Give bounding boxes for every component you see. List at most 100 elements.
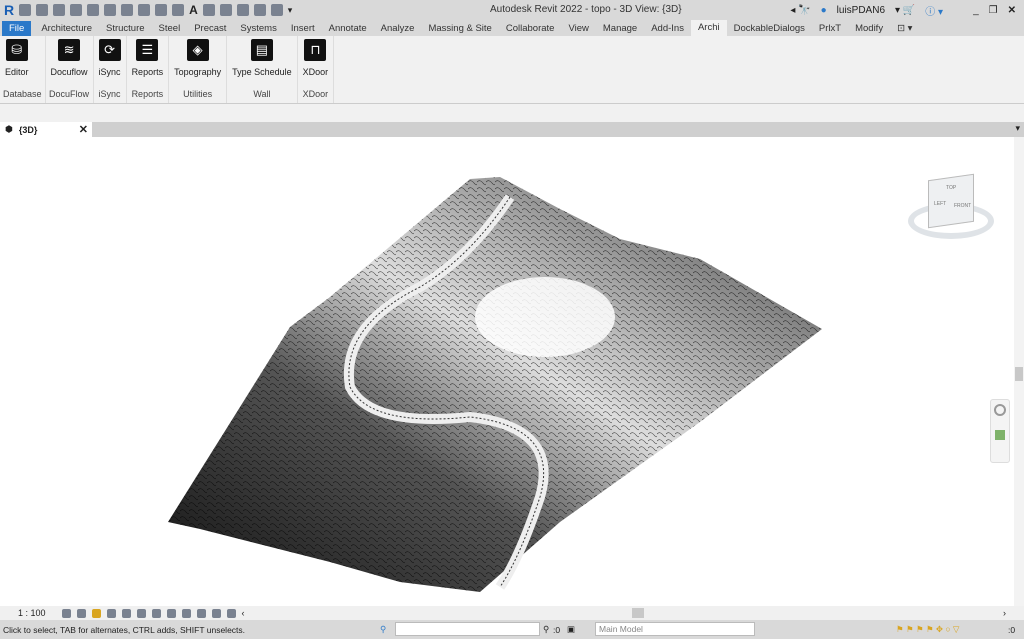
crop-view-icon[interactable]: [136, 608, 146, 618]
view-tab-3d[interactable]: ⬢ {3D} ✕: [0, 122, 92, 137]
scroll-right-icon[interactable]: ›: [1003, 608, 1006, 618]
waves-icon: ≋: [58, 39, 81, 61]
close-button[interactable]: ✕: [1008, 5, 1016, 16]
ribbon: ⛁ Editor Database ≋ Docuflow DocuFlow ⟳ iSync iS…: [0, 36, 1024, 104]
type-schedule-button[interactable]: ▤ Type Schedule: [230, 36, 294, 84]
workset-select[interactable]: [395, 622, 540, 636]
status-message: Click to select, TAB for alternates, CTR…: [3, 624, 246, 635]
scroll-left-icon[interactable]: ‹: [242, 608, 245, 618]
xdoor-button[interactable]: ⊓ XDoor: [301, 36, 331, 84]
undo-icon[interactable]: [87, 4, 100, 16]
panel-label: Wall: [253, 89, 271, 99]
tab-dockabledialogs[interactable]: DockableDialogs: [727, 21, 812, 36]
panel-utilities: ◈ Topography Utilities: [169, 36, 228, 103]
user-icon[interactable]: ●: [821, 5, 827, 16]
detail-level-icon[interactable]: [61, 608, 71, 618]
editor-button[interactable]: ⛁ Editor: [3, 36, 31, 84]
minimize-button[interactable]: _: [973, 5, 979, 16]
panel-wall: ▤ Type Schedule Wall: [227, 36, 298, 103]
lock-view-icon[interactable]: [166, 608, 176, 618]
measure-icon[interactable]: [138, 4, 151, 16]
tab-archi[interactable]: Archi: [690, 20, 727, 36]
customize-qat-icon[interactable]: ▾: [288, 5, 293, 16]
tab-structure[interactable]: Structure: [99, 21, 152, 36]
text-icon[interactable]: A: [189, 3, 198, 17]
editable-only-icon[interactable]: ⚲: [543, 624, 549, 635]
horizontal-scrollbar[interactable]: [632, 608, 644, 618]
tab-collaborate[interactable]: Collaborate: [499, 21, 562, 36]
button-label: Docuflow: [50, 67, 88, 77]
status-bar: Click to select, TAB for alternates, CTR…: [0, 620, 1024, 639]
analytical-model-icon[interactable]: [211, 608, 221, 618]
design-options-icon[interactable]: ▣: [567, 624, 575, 635]
tag-icon[interactable]: [172, 4, 185, 16]
worksets-icon[interactable]: ⚲: [380, 624, 386, 635]
tab-overflow-icon[interactable]: ⊡ ▾: [890, 21, 919, 36]
tab-architecture[interactable]: Architecture: [34, 21, 99, 36]
selection-filters-icons[interactable]: ⚑ ⚑ ⚑ ⚑ ✥ ○ ▽: [896, 624, 959, 635]
visual-style-icon[interactable]: [76, 608, 86, 618]
tab-massing-site[interactable]: Massing & Site: [421, 21, 498, 36]
shadows-icon[interactable]: [106, 608, 116, 618]
button-label: iSync: [98, 67, 121, 77]
revit-logo[interactable]: R: [4, 2, 14, 18]
3d-view-icon[interactable]: [202, 4, 215, 16]
window-title: Autodesk Revit 2022 - topo - 3D View: {3…: [490, 4, 682, 15]
viewcube-left[interactable]: LEFT: [934, 201, 946, 207]
tab-menu-icon[interactable]: ▾: [1015, 123, 1020, 134]
view-scale[interactable]: 1 : 100: [18, 608, 46, 618]
topography-button[interactable]: ◈ Topography: [172, 36, 223, 84]
zoom-icon[interactable]: [995, 430, 1005, 440]
print-icon[interactable]: [121, 4, 134, 16]
tab-prlxt[interactable]: PrlxT: [812, 21, 848, 36]
sync-central-icon[interactable]: [70, 4, 83, 16]
steering-wheel-icon[interactable]: [994, 404, 1006, 416]
tab-modify[interactable]: Modify: [848, 21, 890, 36]
restore-button[interactable]: ❐: [989, 5, 998, 16]
home-icon[interactable]: [19, 4, 32, 16]
viewcube-top[interactable]: TOP: [946, 185, 956, 191]
constraints-icon[interactable]: [226, 608, 236, 618]
reveal-hidden-icon[interactable]: [196, 608, 206, 618]
cart-icon[interactable]: ▾ 🛒: [895, 5, 915, 16]
isync-button[interactable]: ⟳ iSync: [97, 36, 123, 84]
viewcube-front[interactable]: FRONT: [954, 203, 971, 209]
switch-windows-icon[interactable]: [270, 4, 283, 16]
button-label: Type Schedule: [232, 67, 292, 77]
tab-add-ins[interactable]: Add-Ins: [644, 21, 691, 36]
save-icon[interactable]: [53, 4, 66, 16]
sun-path-icon[interactable]: [91, 608, 101, 618]
redo-icon[interactable]: [104, 4, 117, 16]
tab-systems[interactable]: Systems: [233, 21, 283, 36]
3d-view-canvas[interactable]: LEFT FRONT TOP: [0, 137, 1024, 606]
viewcube[interactable]: LEFT FRONT TOP: [908, 173, 994, 241]
tab-file[interactable]: File: [2, 21, 32, 36]
binoculars-icon[interactable]: ◂ 🔭: [790, 5, 810, 16]
render-icon[interactable]: [121, 608, 131, 618]
tab-steel[interactable]: Steel: [152, 21, 188, 36]
tab-analyze[interactable]: Analyze: [374, 21, 422, 36]
docuflow-button[interactable]: ≋ Docuflow: [49, 36, 90, 84]
tab-precast[interactable]: Precast: [187, 21, 233, 36]
show-crop-icon[interactable]: [151, 608, 161, 618]
panel-xdoor: ⊓ XDoor XDoor: [298, 36, 335, 103]
thin-lines-icon[interactable]: [236, 4, 249, 16]
tab-annotate[interactable]: Annotate: [322, 21, 374, 36]
hide-isolate-icon[interactable]: [181, 608, 191, 618]
filter-count: :0: [1008, 624, 1016, 635]
design-option-value: Main Model: [599, 624, 643, 634]
close-tab-icon[interactable]: ✕: [79, 123, 88, 136]
dimension-icon[interactable]: [155, 4, 168, 16]
design-option-select[interactable]: Main Model: [595, 622, 755, 636]
open-icon[interactable]: [36, 4, 49, 16]
vertical-scrollbar[interactable]: [1014, 137, 1024, 607]
user-name[interactable]: luisPDAN6: [837, 5, 885, 16]
help-icon[interactable]: ⓘ ▾: [925, 3, 943, 18]
tab-view[interactable]: View: [561, 21, 595, 36]
close-hidden-icon[interactable]: [253, 4, 266, 16]
tab-manage[interactable]: Manage: [596, 21, 644, 36]
sync-icon: ⟳: [98, 39, 121, 61]
reports-button[interactable]: ☰ Reports: [130, 36, 166, 84]
tab-insert[interactable]: Insert: [284, 21, 322, 36]
section-icon[interactable]: [219, 4, 232, 16]
